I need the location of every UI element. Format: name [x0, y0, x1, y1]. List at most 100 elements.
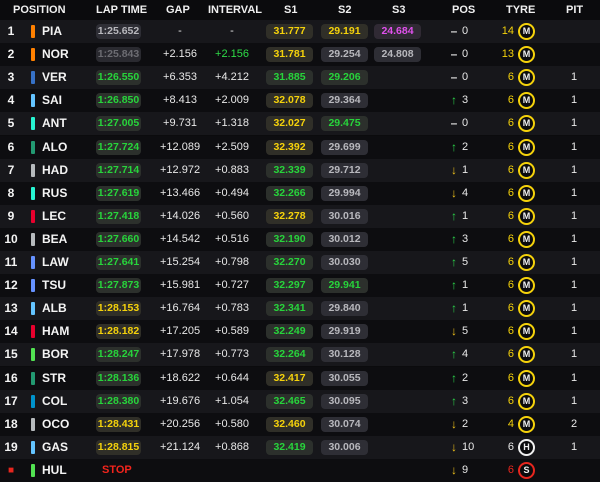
table-row[interactable]: 16 STR 1:28.136 +18.622 +0.644 32.417 30.055 ↑ 2…: [0, 366, 600, 390]
sector-s3-time: 24.808: [374, 47, 421, 63]
table-row[interactable]: 8 RUS 1:27.619 +13.466 +0.494 32.266 29.994 ↓ 4 6…: [0, 181, 600, 205]
table-row[interactable]: 6 ALO 1:27.724 +12.089 +2.509 32.392 29.699 ↑ 2 6…: [0, 135, 600, 159]
interval-value: +0.783: [215, 302, 249, 315]
pit-stops: 1: [570, 232, 578, 245]
driver-code[interactable]: COL: [42, 390, 67, 413]
table-row[interactable]: 4 SAI 1:26.850 +8.413 +2.009 32.078 29.364 ↑ 3 6 M…: [0, 89, 600, 113]
tyre-laps: 6: [507, 348, 514, 361]
tyre-laps: 6: [507, 117, 514, 130]
table-row[interactable]: 1 PIA 1:25.652 - - 31.777 29.191 24.684 –0 14 M: [0, 20, 600, 43]
position-number: 18: [4, 416, 18, 431]
medium-tyre-icon: M: [518, 184, 535, 202]
header-s3: S3: [392, 4, 406, 16]
team-color-bar: [31, 71, 35, 85]
tyre-laps: 6: [507, 463, 514, 476]
driver-code[interactable]: LEC: [42, 205, 66, 228]
driver-code[interactable]: NOR: [42, 43, 69, 66]
gap-value: +21.124: [160, 440, 201, 453]
interval-value: +0.580: [215, 417, 249, 430]
table-row[interactable]: 13 ALB 1:28.153 +16.764 +0.783 32.341 29.840 ↑ 1…: [0, 297, 600, 321]
gap-value: +6.353: [163, 71, 197, 84]
position-change-count: 0: [462, 48, 469, 61]
position-change-count: 10: [462, 440, 475, 453]
driver-code[interactable]: BEA: [42, 228, 67, 251]
tyre-laps: 6: [507, 256, 514, 268]
table-row[interactable]: 5 ANT 1:27.005 +9.731 +1.318 32.027 29.475 –0 6 M…: [0, 112, 600, 136]
position-number: 13: [4, 301, 18, 316]
team-color-bar: [31, 302, 35, 316]
table-row[interactable]: 12 TSU 1:27.873 +15.981 +0.727 32.297 29.941 ↑ 1…: [0, 274, 600, 298]
driver-code[interactable]: ALO: [42, 136, 67, 159]
table-row[interactable]: ■ HUL STOP ↓ 9 6 S: [0, 458, 600, 482]
medium-tyre-icon: M: [518, 254, 535, 271]
header-pit: PIT: [566, 4, 584, 16]
position-change-same-icon: –: [450, 24, 458, 38]
gap-value: +15.254: [160, 256, 201, 268]
table-row[interactable]: 14 HAM 1:28.182 +17.205 +0.589 32.249 29.919 ↓ 5…: [0, 320, 600, 344]
team-color-bar: [31, 186, 35, 200]
driver-code[interactable]: SAI: [42, 89, 62, 112]
driver-code[interactable]: LAW: [42, 251, 69, 274]
interval-value: +0.773: [215, 348, 249, 361]
interval-value: +0.644: [215, 371, 249, 384]
table-row[interactable]: 10 BEA 1:27.660 +14.542 +0.516 32.190 30.012 ↑ 3…: [0, 227, 600, 251]
lap-time: 1:28.380: [96, 393, 141, 409]
position-change-same-icon: –: [450, 47, 458, 62]
position-change-count: 1: [462, 279, 469, 292]
table-row[interactable]: 7 HAD 1:27.714 +12.972 +0.883 32.339 29.712 ↓ 1 6…: [0, 158, 600, 182]
sector-s2-time: 30.074: [321, 416, 368, 432]
lap-time: 1:27.418: [96, 208, 141, 224]
table-row[interactable]: 3 VER 1:26.550 +6.353 +4.212 31.885 29.206 –0 6 M…: [0, 66, 600, 90]
interval-value: +1.318: [215, 117, 249, 130]
sector-s2-time: 30.055: [321, 370, 368, 386]
driver-code[interactable]: BOR: [42, 343, 69, 366]
medium-tyre-icon: M: [518, 323, 535, 341]
table-row[interactable]: 15 BOR 1:28.247 +17.978 +0.773 32.264 30.128 ↑ 4…: [0, 343, 600, 367]
table-row[interactable]: 19 GAS 1:28.815 +21.124 +0.868 32.419 30.006 ↓ 1…: [0, 435, 600, 459]
driver-code[interactable]: TSU: [42, 274, 66, 297]
interval-value: +0.868: [215, 440, 249, 453]
driver-code[interactable]: HAD: [42, 159, 68, 182]
driver-code[interactable]: RUS: [42, 182, 67, 205]
gap-value: +2.156: [163, 48, 197, 61]
driver-code[interactable]: HAM: [42, 320, 69, 343]
interval-value: +0.494: [215, 186, 249, 199]
position-number: 15: [4, 347, 18, 362]
driver-code[interactable]: ALB: [42, 297, 67, 320]
driver-code[interactable]: OCO: [42, 413, 69, 436]
table-row[interactable]: 9 LEC 1:27.418 +14.026 +0.560 32.278 30.016 ↑ 1 6…: [0, 204, 600, 228]
sector-s1-time: 32.270: [266, 255, 313, 270]
driver-code[interactable]: PIA: [42, 20, 62, 43]
gap-value: +13.466: [160, 186, 201, 199]
position-change-down-icon: ↓: [451, 416, 457, 431]
table-row[interactable]: 18 OCO 1:28.431 +20.256 +0.580 32.460 30.074 ↓ 2…: [0, 412, 600, 436]
interval-value: +2.156: [215, 48, 249, 61]
pit-stops: 1: [570, 140, 578, 153]
pit-stops: 1: [570, 94, 578, 107]
sector-s1-time: 32.339: [266, 162, 313, 178]
medium-tyre-icon: M: [518, 138, 535, 156]
position-change-count: 3: [462, 94, 469, 107]
driver-code[interactable]: HUL: [42, 459, 67, 482]
gap-value: +20.256: [160, 417, 201, 430]
medium-tyre-icon: M: [518, 346, 535, 364]
pit-stops: 1: [570, 348, 578, 361]
table-row[interactable]: 11 LAW 1:27.641 +15.254 +0.798 32.270 30.030 ↑ 5…: [0, 251, 600, 274]
interval-value: [208, 459, 256, 482]
interval-value: -: [230, 25, 234, 37]
tyre-laps: 6: [507, 302, 514, 315]
driver-code[interactable]: STR: [42, 367, 66, 390]
driver-code[interactable]: ANT: [42, 112, 67, 135]
driver-code[interactable]: GAS: [42, 436, 68, 459]
sector-s1-time: 32.027: [266, 116, 313, 132]
interval-value: +0.727: [215, 279, 249, 292]
team-color-bar: [31, 25, 35, 38]
table-row[interactable]: 17 COL 1:28.380 +19.676 +1.054 32.465 30.095 ↑ 3…: [0, 389, 600, 413]
medium-tyre-icon: M: [518, 415, 535, 433]
table-row[interactable]: 2 NOR 1:25.843 +2.156 +2.156 31.781 29.254 24.8…: [0, 43, 600, 67]
interval-value: +0.516: [215, 232, 249, 245]
gap-value: +16.764: [160, 302, 201, 315]
position-change-count: 2: [462, 140, 469, 153]
lap-time: 1:27.660: [96, 231, 141, 247]
driver-code[interactable]: VER: [42, 66, 67, 89]
